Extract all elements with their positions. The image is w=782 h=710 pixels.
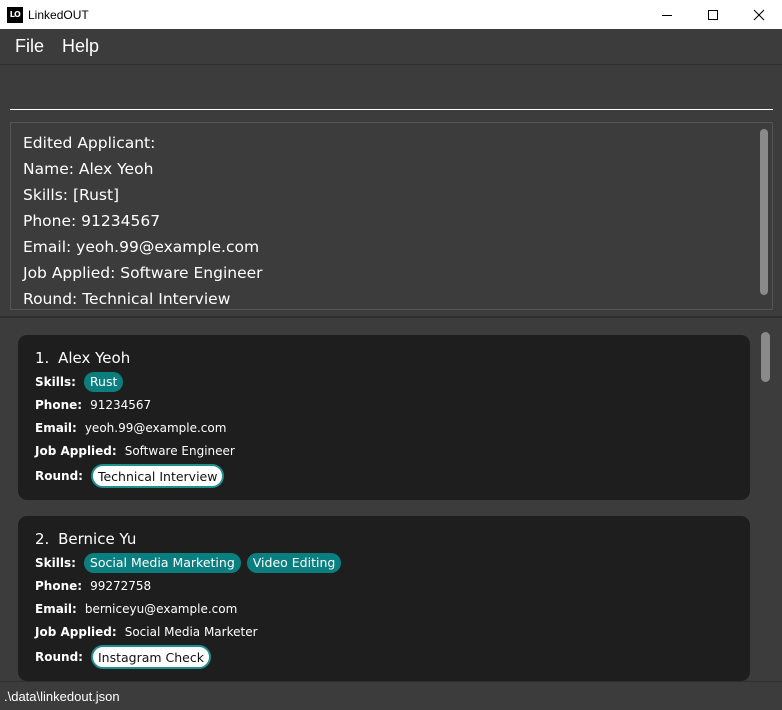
phone-value: 91234567 [90,397,152,412]
applicant-card[interactable]: 1. Alex Yeoh Skills: Rust Phone: 9123456… [18,335,750,500]
round-label: Round: [35,469,83,483]
round-row: Round: Instagram Check [35,644,750,670]
minimize-button[interactable] [644,0,690,29]
applicant-list: 1. Alex Yeoh Skills: Rust Phone: 9123456… [0,318,782,681]
round-row: Round: Technical Interview [35,463,750,489]
phone-value: 99272758 [90,578,152,593]
command-box [0,66,782,116]
email-value: yeoh.99@example.com [84,420,227,435]
skills-row: Skills: Rust [35,370,750,393]
skills-label: Skills: [35,555,76,570]
maximize-icon [708,9,718,20]
skills-label: Skills: [35,374,76,389]
menu-bar: File Help [0,29,782,65]
job-label: Job Applied: [35,624,117,639]
email-row: Email: berniceyu@example.com [35,597,750,620]
list-scrollbar[interactable] [761,332,770,382]
minimize-icon [662,14,672,16]
phone-label: Phone: [35,578,83,593]
applicant-card[interactable]: 2. Bernice Yu Skills: Social Media Marke… [18,516,750,681]
applicant-name: Alex Yeoh [58,349,131,367]
menu-file[interactable]: File [15,36,44,57]
round-badge: Instagram Check [90,645,211,669]
result-line: Phone: 91234567 [23,212,161,230]
round-label: Round: [35,650,83,664]
result-line: Name: Alex Yeoh [23,160,154,178]
email-row: Email: yeoh.99@example.com [35,416,750,439]
skill-tag: Rust [83,371,124,392]
menu-help[interactable]: Help [62,36,99,57]
status-bar: .\data\linkedout.json [0,681,782,710]
applicant-index: 1. [35,349,50,367]
result-display: Edited Applicant: Name: Alex Yeoh Skills… [10,122,773,310]
close-button[interactable] [736,0,782,29]
result-line: Job Applied: Software Engineer [23,264,263,282]
skill-tag: Social Media Marketing [83,552,241,573]
email-label: Email: [35,420,77,435]
email-label: Email: [35,601,77,616]
email-value: berniceyu@example.com [84,601,238,616]
job-value: Social Media Marketer [124,624,258,639]
result-scrollbar[interactable] [760,129,768,295]
result-line: Skills: [Rust] [23,186,120,204]
phone-row: Phone: 91234567 [35,393,750,416]
skills-row: Skills: Social Media Marketing Video Edi… [35,551,750,574]
round-badge: Technical Interview [90,464,225,488]
job-row: Job Applied: Social Media Marketer [35,620,750,643]
close-icon [753,9,765,20]
result-line: Edited Applicant: [23,134,156,152]
applicant-name: Bernice Yu [58,530,137,548]
save-location: .\data\linkedout.json [4,688,120,704]
applicant-title: 2. Bernice Yu [35,528,750,550]
applicant-title: 1. Alex Yeoh [35,347,750,369]
title-bar: LO LinkedOUT [0,0,782,29]
result-line: Email: yeoh.99@example.com [23,238,260,256]
job-label: Job Applied: [35,443,117,458]
app-logo-icon: LO [7,6,23,23]
result-line: Round: Technical Interview [23,290,231,308]
maximize-button[interactable] [690,0,736,29]
phone-row: Phone: 99272758 [35,574,750,597]
applicant-index: 2. [35,530,50,548]
window-title: LinkedOUT [28,7,89,22]
job-row: Job Applied: Software Engineer [35,439,750,462]
command-input[interactable] [10,80,773,110]
phone-label: Phone: [35,397,83,412]
skill-tag: Video Editing [246,552,342,573]
job-value: Software Engineer [124,443,235,458]
